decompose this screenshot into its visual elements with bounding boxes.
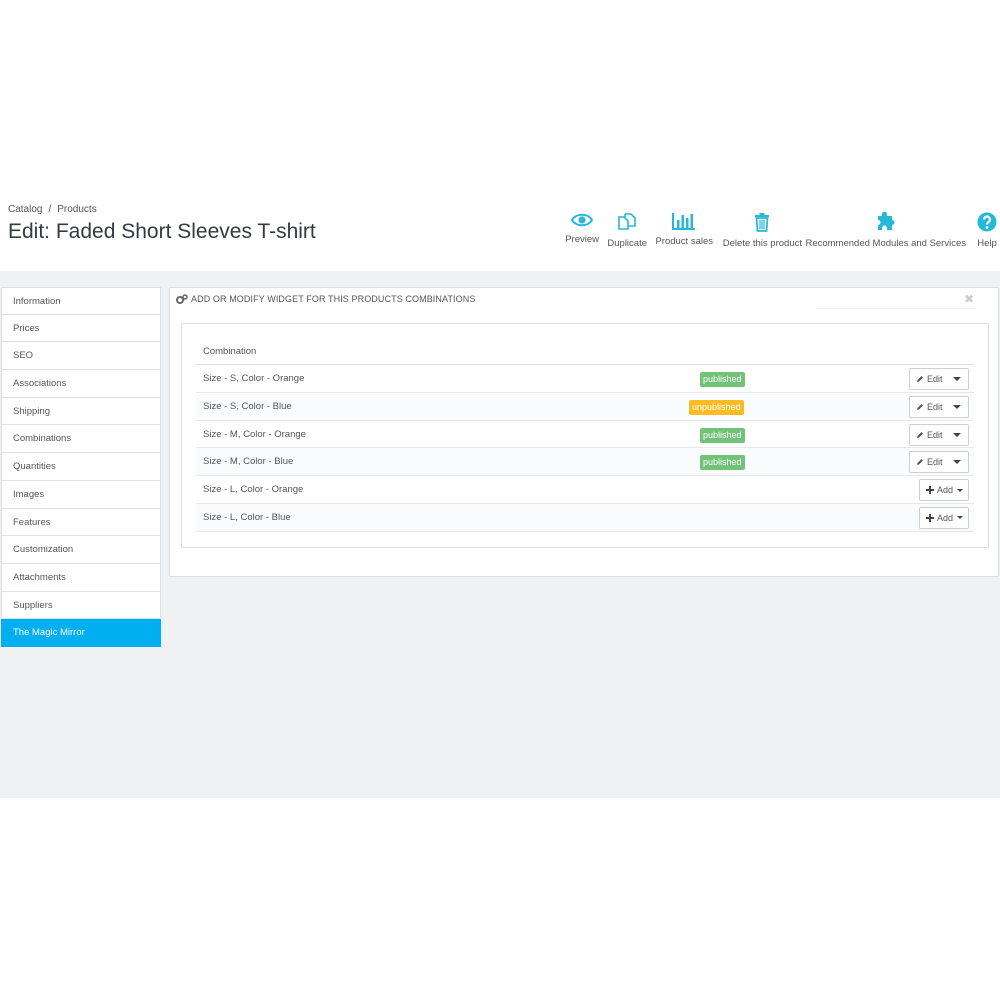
tab-associations[interactable]: Associations: [1, 370, 161, 398]
combination-name: Size - S, Color - Blue: [203, 400, 292, 412]
status-badge: unpublished: [689, 399, 744, 415]
tab-images[interactable]: Images: [1, 480, 161, 509]
page-header: Catalog / Products Edit: Faded Short Sleev…: [0, 195, 1000, 271]
recommended-modules-button[interactable]: Recommended Modules and Services: [805, 212, 966, 249]
panel-divider: [816, 308, 976, 309]
edit-label: Edit: [927, 429, 943, 440]
eye-icon: [571, 213, 594, 227]
pencil-icon: [917, 459, 923, 466]
duplicate-label: Duplicate: [607, 238, 647, 249]
delete-product-label: Delete this product: [722, 238, 802, 249]
tab-shipping[interactable]: Shipping: [1, 397, 161, 426]
tab-prices[interactable]: Prices: [1, 314, 161, 343]
edit-button[interactable]: Edit: [909, 423, 969, 446]
caret-down-icon[interactable]: [953, 377, 961, 381]
panel-heading-text: ADD OR MODIFY WIDGET FOR THIS PRODUCTS C…: [191, 294, 476, 304]
table-row: Size - M, Color - Blue published Edit: [196, 448, 974, 477]
edit-button[interactable]: Edit: [909, 368, 969, 390]
tab-features[interactable]: Features: [1, 508, 161, 537]
caret-down-icon[interactable]: [957, 488, 963, 492]
page-title: Edit: Faded Short Sleeves T-shirt: [8, 220, 316, 243]
tab-quantities[interactable]: Quantities: [1, 453, 161, 481]
delete-product-button[interactable]: Delete this product: [723, 212, 802, 249]
pencil-icon: [917, 403, 923, 410]
tab-combinations[interactable]: Combinations: [1, 425, 161, 454]
add-label: Add: [937, 485, 954, 496]
breadcrumb-products[interactable]: Products: [57, 204, 96, 215]
duplicate-button[interactable]: Duplicate: [607, 212, 647, 249]
tab-attachments[interactable]: Attachments: [1, 563, 161, 592]
product-sales-button[interactable]: Product sales: [655, 212, 713, 247]
preview-label: Preview: [565, 234, 599, 245]
cogs-icon: [176, 294, 188, 304]
table-row: Size - S, Color - Orange published Edit: [196, 365, 974, 393]
preview-button[interactable]: Preview: [565, 212, 599, 245]
puzzle-icon: [877, 212, 895, 230]
main-content: Information Prices SEO Associations Ship…: [0, 271, 1000, 798]
table-row: Size - L, Color - Blue Add: [196, 503, 974, 532]
product-sales-label: Product sales: [655, 236, 713, 247]
status-badge: published: [700, 455, 745, 471]
bar-chart-icon: [672, 213, 696, 230]
widget-panel: ADD OR MODIFY WIDGET FOR THIS PRODUCTS C…: [169, 287, 999, 577]
tab-seo[interactable]: SEO: [1, 342, 161, 371]
combinations-box: Combination Size - S, Color - Orange pub…: [181, 323, 989, 548]
add-button[interactable]: Add: [919, 506, 969, 529]
edit-label: Edit: [927, 401, 943, 412]
caret-down-icon[interactable]: [953, 460, 961, 465]
table-row: Size - L, Color - Orange Add: [196, 476, 974, 504]
tab-customization[interactable]: Customization: [1, 536, 161, 564]
plus-icon: [926, 486, 934, 495]
panel-heading: ADD OR MODIFY WIDGET FOR THIS PRODUCTS C…: [176, 294, 475, 304]
add-button[interactable]: Add: [919, 479, 969, 502]
caret-down-icon[interactable]: [953, 432, 961, 437]
table-row: Size - M, Color - Orange published Edit: [196, 421, 974, 449]
pencil-icon: [917, 376, 923, 382]
combination-name: Size - M, Color - Blue: [203, 456, 294, 468]
help-button[interactable]: Help: [977, 212, 997, 249]
breadcrumb: Catalog / Products: [8, 204, 97, 215]
caret-down-icon[interactable]: [953, 404, 961, 409]
combination-name: Size - M, Color - Orange: [203, 428, 306, 440]
table-row: Size - S, Color - Blue unpublished Edit: [196, 392, 974, 421]
tab-suppliers[interactable]: Suppliers: [1, 591, 161, 620]
copy-icon: [618, 213, 636, 230]
combinations-table: Combination Size - S, Color - Orange pub…: [196, 338, 974, 532]
caret-down-icon[interactable]: [957, 516, 963, 520]
breadcrumb-separator: /: [48, 204, 52, 215]
plus-icon: [926, 513, 934, 522]
edit-button[interactable]: Edit: [909, 451, 969, 474]
combination-name: Size - S, Color - Orange: [203, 373, 305, 384]
product-tabs: Information Prices SEO Associations Ship…: [1, 287, 161, 647]
pencil-icon: [917, 431, 923, 438]
column-header-combination: Combination: [196, 338, 974, 365]
tab-information[interactable]: Information: [1, 287, 161, 315]
help-label: Help: [977, 238, 997, 249]
edit-label: Edit: [927, 457, 943, 468]
status-badge: published: [700, 372, 745, 387]
recommended-modules-label: Recommended Modules and Services: [805, 238, 966, 249]
trash-icon: [755, 213, 770, 232]
close-icon[interactable]: ✖: [964, 292, 974, 306]
help-icon: [977, 212, 997, 232]
edit-button[interactable]: Edit: [909, 395, 969, 418]
combination-name: Size - L, Color - Blue: [203, 511, 291, 523]
breadcrumb-catalog[interactable]: Catalog: [8, 204, 42, 215]
status-badge: published: [700, 427, 745, 443]
tab-the-magic-mirror[interactable]: The Magic Mirror: [1, 619, 161, 647]
edit-label: Edit: [927, 374, 943, 384]
combination-name: Size - L, Color - Orange: [203, 484, 304, 496]
add-label: Add: [937, 512, 954, 523]
